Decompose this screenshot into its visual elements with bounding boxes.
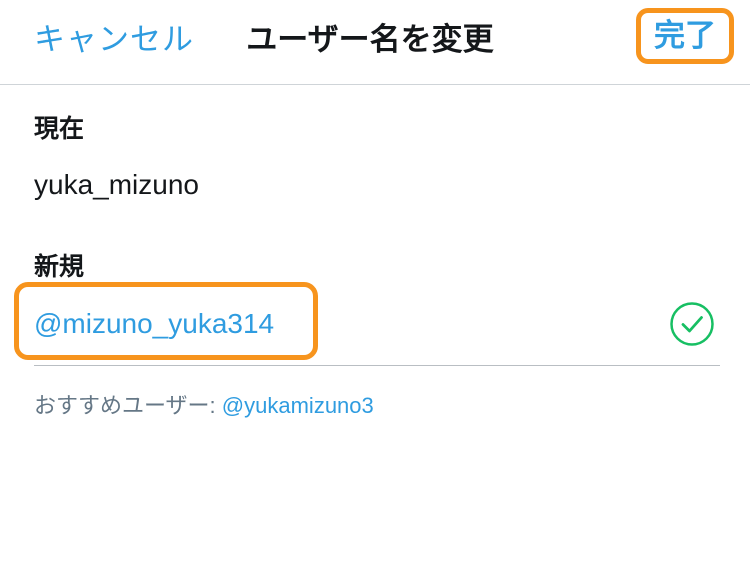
input-underline: [34, 365, 720, 366]
current-username-label: 現在: [34, 114, 85, 143]
done-highlight: 完了: [636, 8, 734, 64]
current-username-value: yuka_mizuno: [34, 169, 199, 200]
new-username-label: 新規: [34, 252, 85, 281]
check-circle-icon: [670, 302, 714, 346]
navigation-bar: キャンセル ユーザー名を変更 完了: [0, 0, 750, 85]
suggestion-prefix: おすすめユーザー:: [34, 393, 222, 418]
done-button[interactable]: 完了: [641, 13, 729, 59]
suggested-username-link[interactable]: @yukamizuno3: [222, 393, 374, 418]
suggestion-text: おすすめユーザー: @yukamizuno3: [34, 390, 374, 422]
new-username-input[interactable]: @mizuno_yuka314: [34, 304, 634, 344]
